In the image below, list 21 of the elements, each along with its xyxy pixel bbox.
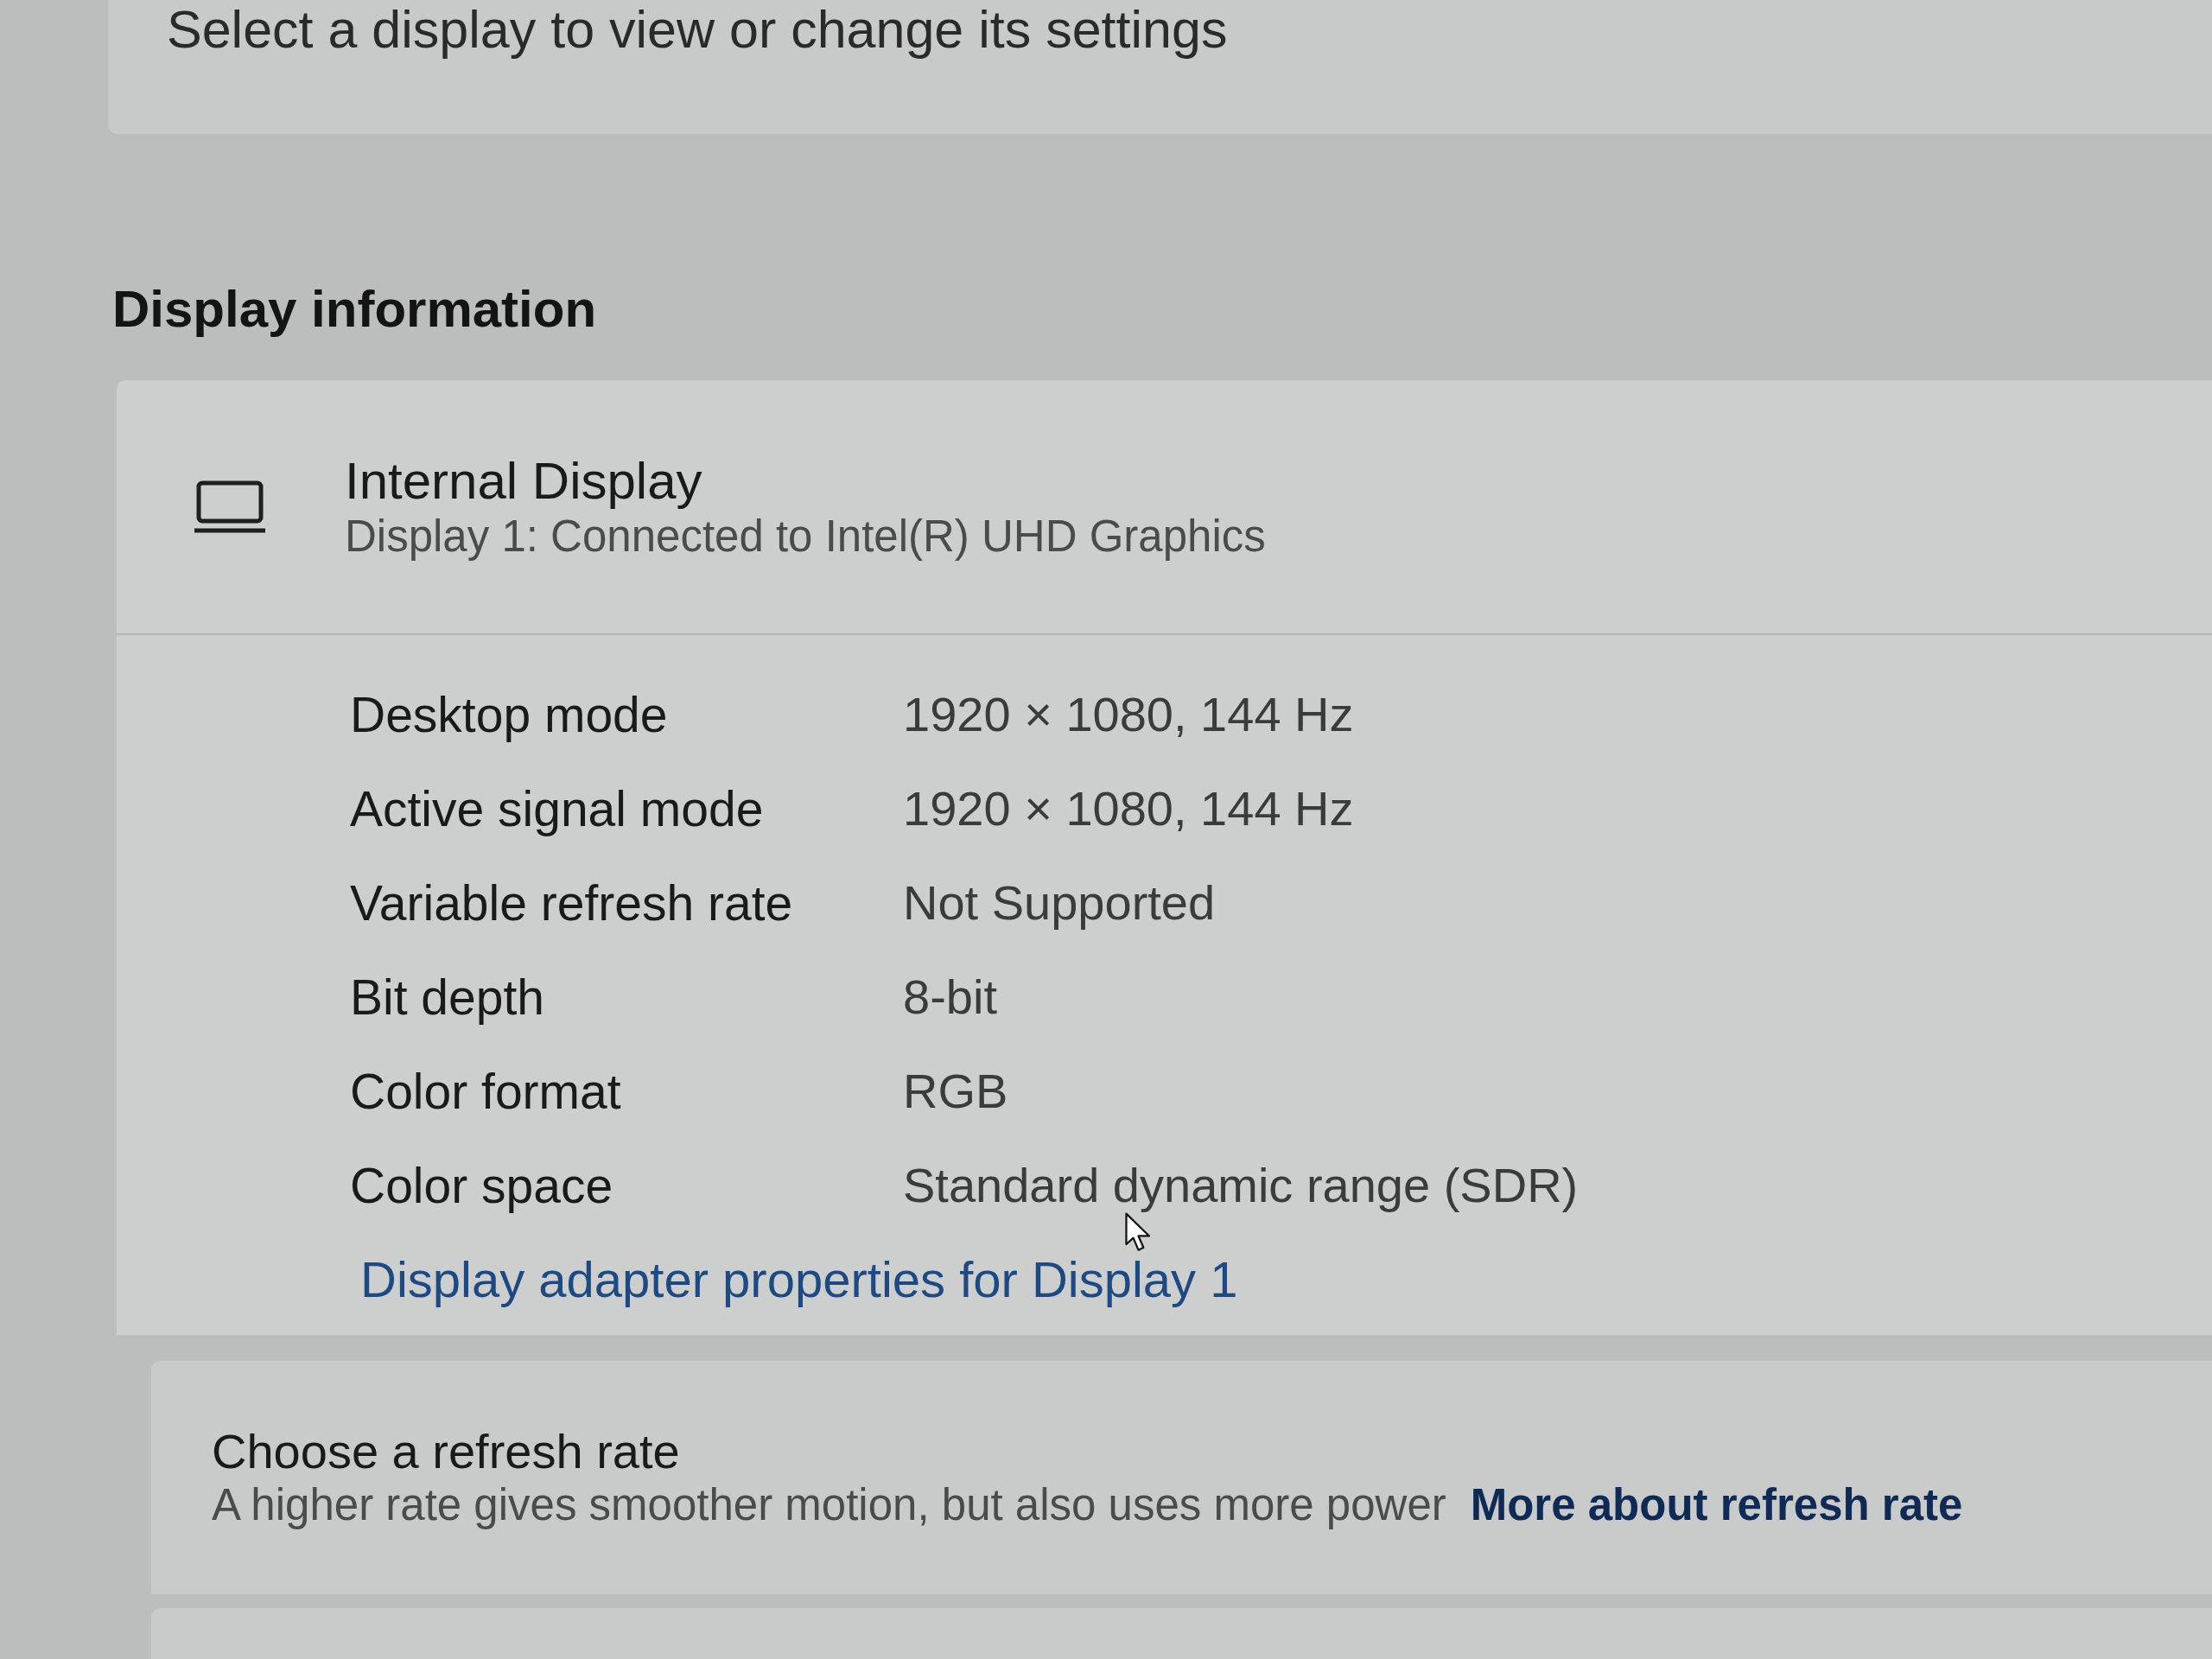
- laptop-icon: [194, 480, 265, 534]
- property-value: 8-bit: [903, 969, 997, 1024]
- display-description: Display 1: Connected to Intel(R) UHD Graphics: [345, 510, 1266, 563]
- property-label: Color space: [350, 1158, 614, 1212]
- refresh-rate-title: Choose a refresh rate: [212, 1424, 680, 1479]
- display-name: Internal Display: [345, 451, 702, 511]
- refresh-rate-link[interactable]: More about refresh rate: [1470, 1479, 1963, 1531]
- property-value: 1920 × 1080, 144 Hz: [903, 687, 1354, 741]
- property-label: Desktop mode: [350, 687, 669, 741]
- section-heading: Display information: [112, 279, 597, 340]
- refresh-rate-description: A higher rate gives smoother motion, but also uses more power: [212, 1479, 1446, 1531]
- property-label: Variable refresh rate: [350, 875, 794, 930]
- property-value: 1920 × 1080, 144 Hz: [903, 781, 1354, 836]
- property-label: Active signal mode: [350, 781, 765, 836]
- property-value: Not Supported: [903, 875, 1216, 930]
- mouse-cursor-icon: [1125, 1212, 1152, 1252]
- property-label: Bit depth: [350, 969, 545, 1024]
- property-value: Standard dynamic range (SDR): [903, 1158, 1579, 1212]
- property-label: Color format: [350, 1064, 622, 1118]
- property-value: RGB: [903, 1064, 1008, 1118]
- display-selector-caption: Select a display to view or change its settings: [167, 0, 1228, 59]
